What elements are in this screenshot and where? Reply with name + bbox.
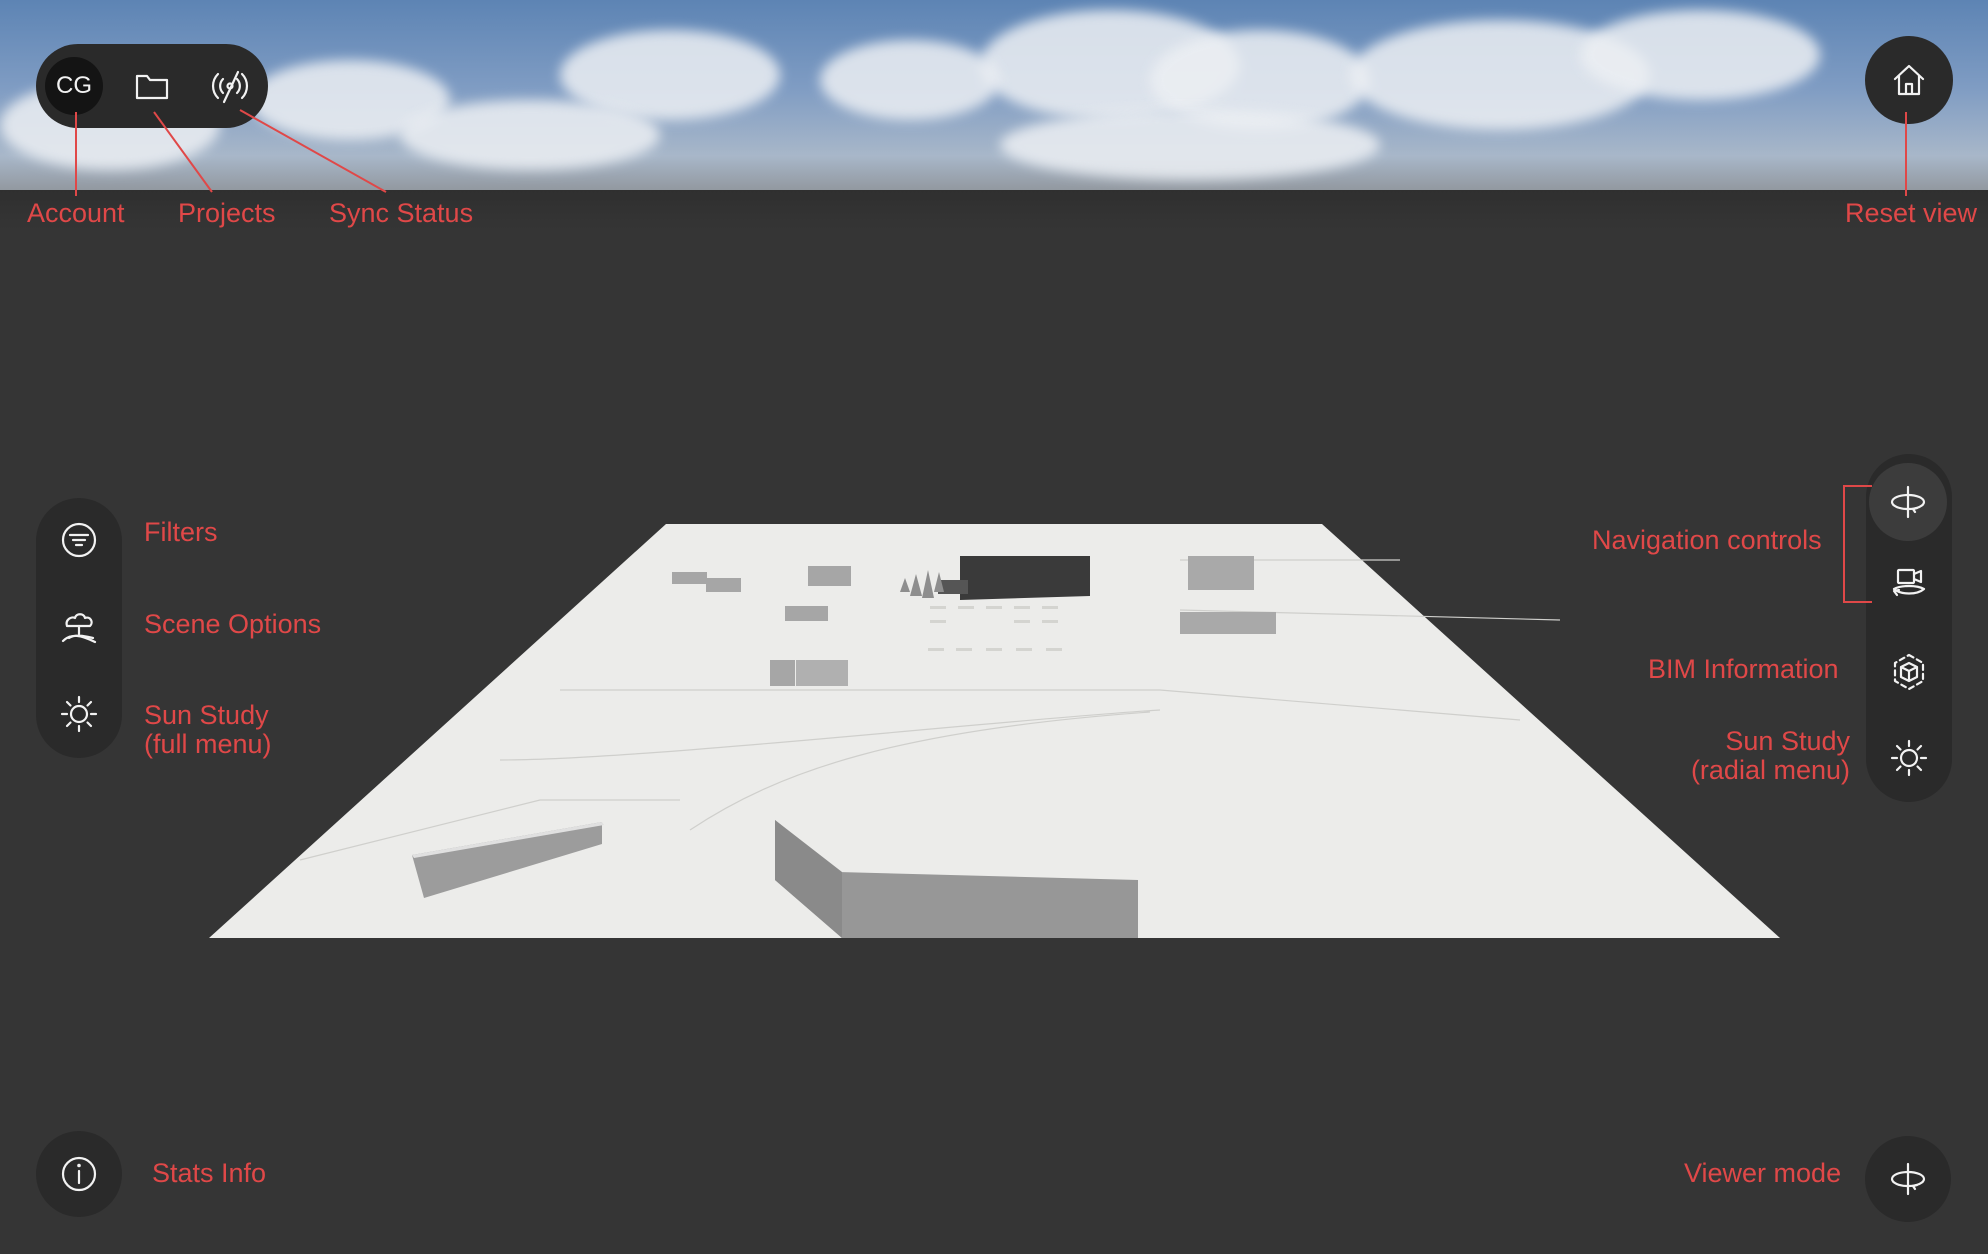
account-avatar[interactable]: CG [45, 57, 103, 115]
orbit-navigation-button[interactable] [1869, 463, 1947, 541]
camera-navigation-icon [1892, 568, 1926, 597]
viewer-mode-label: Viewer mode [1684, 1158, 1842, 1188]
reset-view-label: Reset view [1845, 198, 1978, 228]
sync-status-button[interactable] [198, 54, 262, 118]
sun-icon [60, 695, 98, 733]
scene-options-button[interactable] [47, 596, 111, 660]
orbit-icon [1890, 1162, 1926, 1196]
sync-status-icon [211, 70, 249, 104]
stats-info-label: Stats Info [152, 1158, 267, 1188]
orbit-icon [1890, 485, 1926, 519]
projects-label: Projects [178, 198, 276, 228]
camera-navigation-button[interactable] [1877, 553, 1941, 617]
sun-study-radial-label-line1: Sun Study [1725, 726, 1850, 756]
bim-information-label: BIM Information [1648, 654, 1839, 684]
account-label: Account [27, 198, 125, 228]
home-icon [1893, 64, 1925, 96]
bim-information-button[interactable] [1877, 640, 1941, 704]
sun-study-full-button[interactable] [47, 682, 111, 746]
sun-study-radial-button[interactable] [1877, 726, 1941, 790]
sun-icon [1890, 739, 1928, 777]
sun-study-full-label-line1: Sun Study [144, 700, 269, 730]
filter-icon [61, 522, 97, 558]
navigation-controls-label: Navigation controls [1592, 525, 1822, 555]
viewer-mode-button[interactable] [1876, 1147, 1940, 1211]
bim-cube-icon [1893, 653, 1925, 691]
info-icon [61, 1156, 97, 1192]
scene-options-icon [61, 613, 97, 644]
projects-button[interactable] [120, 54, 184, 118]
sun-study-radial-label: Sun Study (radial menu) [1690, 728, 1850, 784]
reset-view-button[interactable] [1877, 48, 1941, 112]
scene-options-label: Scene Options [144, 609, 322, 639]
filters-button[interactable] [47, 508, 111, 572]
filters-label: Filters [144, 517, 218, 547]
folder-icon [135, 74, 169, 100]
sync-status-label: Sync Status [329, 198, 474, 228]
sun-study-full-label-line2: (full menu) [144, 729, 272, 759]
sun-study-radial-label-line2: (radial menu) [1690, 755, 1850, 785]
sun-study-full-label: Sun Study (full menu) [144, 702, 272, 758]
stats-info-button[interactable] [47, 1142, 111, 1206]
